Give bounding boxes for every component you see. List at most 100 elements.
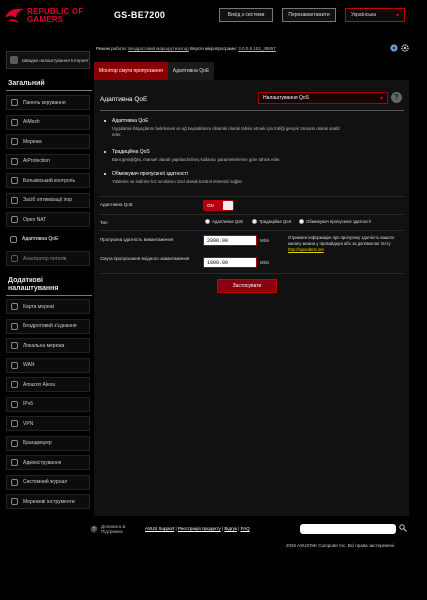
apply-button[interactable]: Застосувати [217,279,277,293]
sidebar-item[interactable]: Батьківський контроль [6,173,90,188]
sidebar-item-label: Мережа [23,138,42,145]
firewall-icon [11,439,18,447]
general-section-title: Загальний [8,80,45,87]
model-name: GS-BE7200 [114,10,166,20]
wizard-icon [10,56,18,64]
network-status-icon[interactable] [390,44,398,52]
description-item: Обмежувач пропускної здатності Yükleme v… [104,171,344,185]
radio-label: Обмежувач пропускної здатності [306,219,372,224]
firmware-link[interactable]: 3.0.0.6.102_38857 [238,46,276,51]
tools-icon [11,498,18,505]
sidebar-item[interactable]: IPv6 [6,396,90,412]
description-text: Uygulama ihtiyaçlarını belirlemek ve ağ … [112,126,341,137]
sidebar-item[interactable]: Amazon Alexa [6,377,90,392]
radio-adaptive-qoe[interactable]: Адаптивна QoE [205,219,243,224]
sidebar-item[interactable]: VPN [6,416,90,431]
sidebar-item[interactable]: Аналізатор потоків [6,251,90,266]
faq-link[interactable]: FAQ [241,526,250,531]
download-unit: Mb/s [260,260,270,265]
speedtest-link[interactable]: http://speedtest.net [288,247,324,252]
language-select[interactable]: Українська ▾ [345,8,405,22]
sidebar-item-label: IPv6 [23,401,34,407]
sidebar-item[interactable]: Адаптивна QoE [6,231,90,247]
sidebar-item[interactable]: Адміністрування [6,455,90,470]
help-icon[interactable]: ? [391,92,402,103]
divider [100,230,404,231]
sidebar-item[interactable]: AiProtection [6,153,90,169]
qoe-icon [10,235,17,243]
radio-bandwidth-limiter[interactable]: Обмежувач пропускної здатності [299,219,371,224]
tab-adaptive-qoe[interactable]: Адаптивна QoE [167,62,215,80]
logout-button[interactable]: Вихід з системи [219,8,273,22]
svg-text:?: ? [93,527,96,533]
tab-bar: Монітор смуги пропускання Адаптивна QoE [94,62,215,80]
divider [100,196,404,197]
sidebar-item-label: AiMesh [23,119,40,125]
radio-traditional-qos[interactable]: Традиційна QoS [252,219,291,224]
footer-links: ASUS Support | Реєстрація продукту | Від… [145,526,250,531]
search-icon[interactable] [399,524,407,532]
sidebar-item[interactable]: Брандмауер [6,435,90,451]
description-text: Bant genişliğini, manuel olarak yapıland… [112,157,281,162]
sidebar-item[interactable]: Системний журнал [6,474,90,490]
upload-unit: Mb/s [260,238,270,243]
radio-dot [205,219,210,224]
copyright-text: 2026 ASUSTeK Computer Inc. Всі права зас… [286,543,396,548]
qos-mode-select[interactable]: Налаштування QoS ▾ [258,92,388,104]
sidebar-item-label: VPN [23,420,34,427]
sidebar-item[interactable]: AiMesh [6,114,90,130]
description-heading: Обмежувач пропускної здатності [104,171,344,177]
rog-logo-icon [5,8,24,23]
help-support[interactable]: ? Допомога & Підтримка [90,524,135,534]
description-item: Адаптивна QoE Uygulama ihtiyaçlarını bel… [104,118,344,138]
sidebar-item-label: Адміністрування [23,459,62,466]
upload-bandwidth-label: Пропускна здатність вивантаження [100,237,174,242]
wireless-icon [11,322,18,330]
dashboard-icon [11,99,18,106]
sidebar-item[interactable]: Засіб оптимізації ігор [6,192,90,208]
qos-mode-value: Налаштування QoS [263,95,309,101]
sidebar-item-label: Бездротовий з'єднання [23,323,77,329]
traffic-icon [11,255,18,262]
sidebar-item[interactable]: Карта мережі [6,299,90,314]
description-heading: Адаптивна QoE [104,118,344,124]
product-registration-link[interactable]: Реєстрація продукту [178,526,221,531]
sidebar-item-label: Мережеві інструменти [23,498,75,505]
sidebar-item[interactable]: Панель керування [6,95,90,110]
chevron-down-icon: ▾ [379,95,383,102]
radio-label: Традиційна QoS [259,219,292,224]
gear-icon[interactable] [401,44,409,52]
sidebar-item[interactable]: Мережеві інструменти [6,494,90,509]
radio-label: Адаптивна QoE [212,219,244,224]
tab-bandwidth-monitor[interactable]: Монітор смуги пропускання [94,62,168,80]
sidebar-item-label: Аналізатор потоків [23,255,67,262]
status-icons [390,44,409,52]
ipv6-icon [11,400,18,408]
sidebar-item[interactable]: WAN [6,357,90,373]
divider [6,90,92,91]
op-mode-link[interactable]: Бездротовий маршрутизатор [128,46,189,51]
type-label: Тип [100,220,108,225]
sidebar-item[interactable]: Бездротовий з'єднання [6,318,90,334]
parental-icon [11,177,18,184]
note-text: Отримати інформацію про пропускну здатні… [288,235,395,246]
download-bandwidth-input[interactable]: 1000.00 [203,257,257,268]
brand-name: REPUBLIC OF GAMERS [27,8,83,24]
qoe-toggle[interactable]: ON [203,200,234,211]
radio-dot [252,219,257,224]
reboot-button[interactable]: Перезавантажити [282,8,336,22]
upload-bandwidth-input[interactable]: 2000.00 [203,235,257,246]
sidebar-item[interactable]: Open NAT [6,212,90,227]
chevron-down-icon: ▾ [395,12,399,19]
qos-panel: Адаптивна QoE Налаштування QoS ▾ ? Адапт… [94,80,409,516]
sidebar-item[interactable]: Локальна мережа [6,338,90,353]
quick-internet-setup-button[interactable]: Швидке налаштування Інтернет [6,51,90,69]
question-icon: ? [90,525,98,533]
footer-search-input[interactable] [300,524,396,534]
description-text: Yükleme ve indirme hız sınırlarını özel … [112,179,243,184]
enable-qoe-label: Адаптивна QoE [100,202,133,207]
asus-support-link[interactable]: ASUS Support [145,526,174,531]
sidebar-item-label: WAN [23,362,35,368]
sidebar-item[interactable]: Мережа [6,134,90,149]
feedback-link[interactable]: Відгук [224,526,237,531]
